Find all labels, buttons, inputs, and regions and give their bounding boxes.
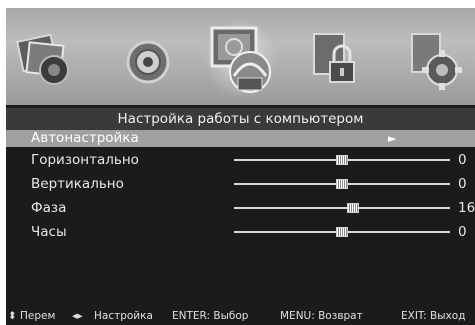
- up-down-arrows-icon: ⬍: [8, 310, 17, 322]
- phase-value: 16: [458, 200, 475, 216]
- menu-item-phase[interactable]: Фаза 16: [6, 196, 475, 220]
- horizontal-slider-thumb[interactable]: [336, 155, 348, 165]
- hint-exit: EXIT: Выход: [401, 310, 466, 322]
- vertical-slider-thumb[interactable]: [336, 179, 348, 189]
- left-right-arrows-icon: ◂▸: [72, 310, 83, 322]
- picture-settings-icon[interactable]: [14, 26, 74, 92]
- hint-enter: ENTER: Выбор: [172, 310, 249, 322]
- lock-icon[interactable]: [310, 26, 360, 92]
- menu-list: Автонастройка ► Горизонтально 0 Вертикал…: [6, 130, 475, 244]
- key-hints-bar: ⬍ Перем ◂▸ Настройка ENTER: Выбор MENU: …: [6, 307, 475, 325]
- horizontal-value: 0: [458, 152, 467, 168]
- menu-item-label: Фаза: [31, 200, 67, 216]
- hint-adjust: Настройка: [94, 310, 153, 322]
- hint-menu: MENU: Возврат: [280, 310, 363, 322]
- sound-settings-icon[interactable]: [120, 26, 172, 92]
- menu-item-clock[interactable]: Часы 0: [6, 220, 475, 244]
- clock-value: 0: [458, 224, 467, 240]
- options-gear-icon[interactable]: [406, 26, 464, 92]
- clock-slider-thumb[interactable]: [336, 227, 348, 237]
- submenu-arrow-icon: ►: [388, 132, 397, 145]
- menu-item-autoadjust[interactable]: Автонастройка ►: [6, 130, 475, 147]
- phase-slider-thumb[interactable]: [346, 203, 359, 213]
- category-icon-bar: [6, 8, 475, 105]
- phase-slider[interactable]: [234, 207, 450, 209]
- pc-adjust-icon[interactable]: [204, 18, 278, 100]
- menu-item-label: Часы: [31, 224, 67, 240]
- menu-item-label: Горизонтально: [31, 152, 139, 168]
- menu-item-vertical[interactable]: Вертикально 0: [6, 172, 475, 196]
- menu-item-label: Вертикально: [31, 176, 124, 192]
- hint-move: Перем: [20, 310, 56, 322]
- menu-item-horizontal[interactable]: Горизонтально 0: [6, 148, 475, 172]
- osd-menu-panel: Настройка работы с компьютером Автонастр…: [6, 8, 475, 325]
- vertical-value: 0: [458, 176, 467, 192]
- menu-title: Настройка работы с компьютером: [6, 108, 475, 130]
- menu-item-label: Автонастройка: [31, 130, 139, 146]
